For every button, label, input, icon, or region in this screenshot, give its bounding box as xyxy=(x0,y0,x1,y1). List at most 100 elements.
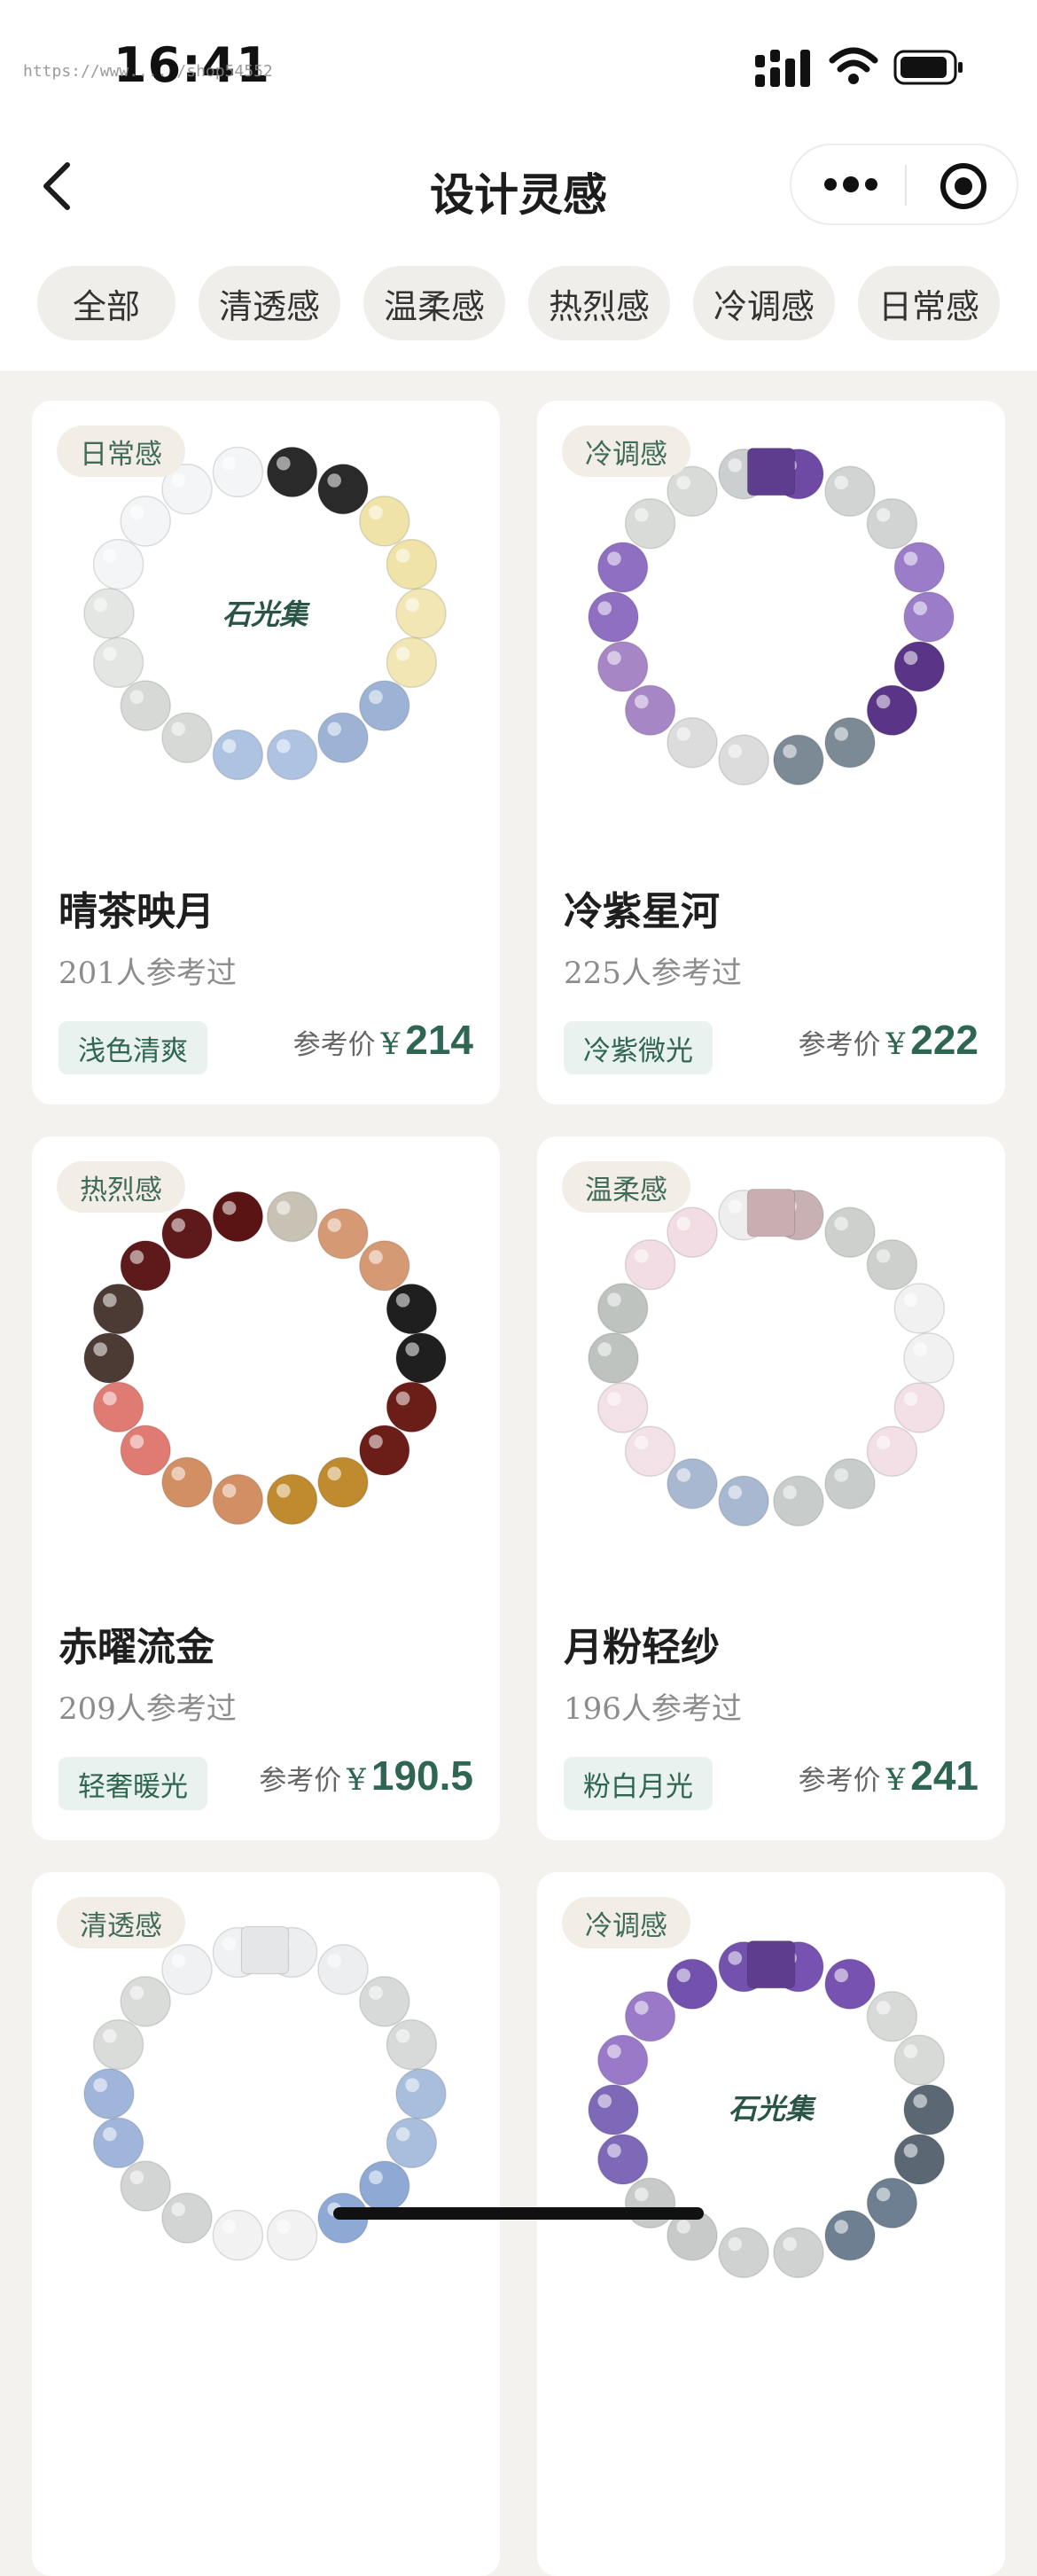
bead xyxy=(212,2209,264,2261)
bead xyxy=(395,2068,447,2119)
bead xyxy=(893,542,946,593)
bead xyxy=(866,2177,918,2229)
bead xyxy=(866,1425,918,1478)
bead xyxy=(161,2192,213,2244)
bead xyxy=(893,2134,946,2185)
bead-highlight xyxy=(171,1954,185,1968)
bead xyxy=(893,1283,946,1334)
bead-highlight xyxy=(327,722,342,737)
bead xyxy=(120,1240,171,1292)
bead-highlight xyxy=(171,722,185,737)
mood-tag: 热烈感 xyxy=(57,1161,185,1213)
bead-highlight xyxy=(635,2001,649,2015)
filter-chip-clear[interactable]: 清透感 xyxy=(199,266,340,340)
brand-watermark: 石光集 xyxy=(222,597,310,631)
miniprogram-capsule xyxy=(790,144,1018,225)
product-card[interactable]: 石光集 冷调感 xyxy=(537,1872,1005,2576)
bead xyxy=(395,1332,447,1384)
bead-highlight xyxy=(93,2078,107,2092)
bead xyxy=(866,684,918,737)
bead-highlight xyxy=(728,1199,743,1214)
bead-highlight xyxy=(129,505,144,519)
filter-chip-all[interactable]: 全部 xyxy=(37,266,175,340)
bead xyxy=(667,1958,718,2010)
bead xyxy=(359,680,410,731)
mood-tag: 温柔感 xyxy=(562,1161,690,1213)
bead-highlight xyxy=(676,1468,690,1482)
bead-highlight xyxy=(635,2187,649,2202)
filter-chip-cool[interactable]: 冷调感 xyxy=(693,266,835,340)
bead xyxy=(893,641,946,692)
cellular-signal-icon xyxy=(755,50,810,87)
bead xyxy=(718,2227,769,2279)
bead-highlight xyxy=(676,1216,690,1231)
bead-highlight xyxy=(913,2094,927,2108)
bead-highlight xyxy=(93,1342,107,1356)
product-card[interactable]: 热烈感 赤曜流金 209人参考过 轻奢暖光 参考价 ¥ 190.5 xyxy=(32,1136,500,1840)
cube-bead xyxy=(746,1189,796,1237)
bead xyxy=(624,497,676,550)
bead xyxy=(903,1332,955,1384)
bead-highlight xyxy=(597,2094,612,2108)
bead xyxy=(266,446,318,498)
bead xyxy=(596,2134,649,2185)
bead xyxy=(386,2117,438,2169)
target-circle-icon[interactable] xyxy=(939,161,988,211)
bead-highlight xyxy=(103,1391,117,1406)
brand-watermark: 石光集 xyxy=(729,2092,816,2126)
product-card[interactable]: 温柔感 月粉轻纱 196人参考过 粉白月光 参考价 ¥ 241 xyxy=(537,1136,1005,1840)
bead-highlight xyxy=(327,1954,342,1968)
product-card[interactable]: 冷调感 冷紫星河 225人参考过 冷紫微光 参考价 ¥ 222 xyxy=(537,401,1005,1105)
bead-highlight xyxy=(277,738,291,753)
bead xyxy=(359,1425,410,1476)
product-card[interactable]: 石光集 日常感 晴茶映月 201人参考过 浅色清爽 参考价 ¥ 214 xyxy=(32,401,500,1105)
bead-highlight xyxy=(635,694,649,709)
price: 参考价 ¥ 190.5 xyxy=(259,1752,473,1814)
bead-highlight xyxy=(876,2001,891,2015)
bead-highlight xyxy=(395,1293,410,1308)
bead xyxy=(359,1240,410,1292)
bead-highlight xyxy=(222,1483,237,1498)
currency-symbol: ¥ xyxy=(885,1762,906,1798)
bead-highlight xyxy=(369,1986,383,2000)
bead xyxy=(92,636,144,689)
nav-bar: 设计灵感 xyxy=(0,133,1037,239)
capsule-divider xyxy=(905,165,907,206)
bead xyxy=(596,1283,649,1334)
bead xyxy=(386,1283,438,1335)
bead xyxy=(824,2210,876,2261)
battery-icon xyxy=(893,50,963,85)
bead xyxy=(893,2034,946,2086)
bead-highlight xyxy=(129,2170,144,2185)
filter-chip-daily[interactable]: 日常感 xyxy=(858,266,1000,340)
cube-bead xyxy=(240,1926,290,1975)
bead-highlight xyxy=(834,2220,848,2234)
bead-highlight xyxy=(405,597,420,612)
view-count: 209人参考过 xyxy=(58,1691,237,1727)
bead-highlight xyxy=(876,1435,891,1450)
bead-ring xyxy=(83,1190,447,1526)
bead xyxy=(317,464,369,515)
bead xyxy=(92,2018,144,2071)
bead-highlight xyxy=(369,1250,383,1264)
bead xyxy=(718,1475,769,1527)
product-card[interactable]: 清透感 xyxy=(32,1872,500,2576)
filter-chip-gentle[interactable]: 温柔感 xyxy=(363,266,505,340)
bead xyxy=(624,684,676,737)
bead xyxy=(161,1944,213,1995)
bead xyxy=(83,1332,135,1384)
bead xyxy=(624,1990,676,2042)
bead xyxy=(667,1206,718,1258)
bead-highlight xyxy=(395,646,410,661)
bead-highlight xyxy=(903,651,918,665)
bead-highlight xyxy=(222,1200,237,1215)
bead-highlight xyxy=(728,744,743,759)
bead xyxy=(266,1473,318,1526)
more-dots-icon[interactable] xyxy=(822,168,880,200)
bead-highlight xyxy=(913,1342,927,1356)
price-label: 参考价 xyxy=(259,1765,342,1797)
filter-chip-fiery[interactable]: 热烈感 xyxy=(528,266,670,340)
bead xyxy=(212,1190,264,1243)
bead-highlight xyxy=(607,1392,621,1406)
bead-highlight xyxy=(903,551,918,566)
